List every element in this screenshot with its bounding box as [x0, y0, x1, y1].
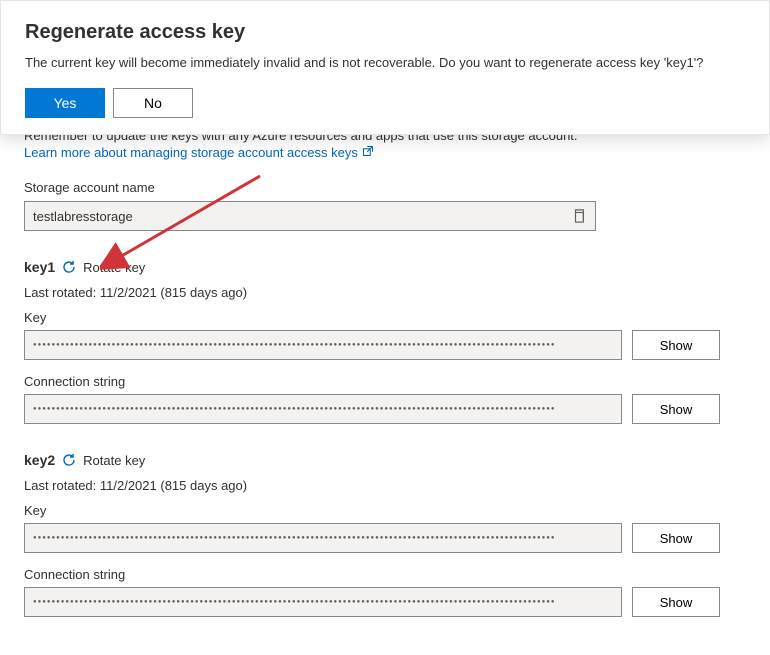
regenerate-key-dialog: Regenerate access key The current key wi… — [0, 0, 770, 135]
dialog-title: Regenerate access key — [25, 21, 745, 44]
key1-conn-row: ●●●●●●●●●●●●●●●●●●●●●●●●●●●●●●●●●●●●●●●●… — [24, 394, 746, 424]
rotate-icon[interactable] — [61, 452, 77, 468]
key2-key-label: Key — [24, 503, 746, 518]
key2-conn-row: ●●●●●●●●●●●●●●●●●●●●●●●●●●●●●●●●●●●●●●●●… — [24, 587, 746, 617]
key2-section: key2 Rotate key Last rotated: 11/2/2021 … — [24, 452, 746, 617]
rotate-key-link[interactable]: Rotate key — [83, 453, 145, 468]
key1-name: key1 — [24, 259, 55, 275]
learn-more-link[interactable]: Learn more about managing storage accoun… — [24, 145, 374, 160]
learn-more-text: Learn more about managing storage accoun… — [24, 145, 358, 160]
key2-key-row: ●●●●●●●●●●●●●●●●●●●●●●●●●●●●●●●●●●●●●●●●… — [24, 523, 746, 553]
external-link-icon — [362, 145, 374, 160]
dialog-message: The current key will become immediately … — [25, 54, 745, 72]
storage-name-value: testlabresstorage — [33, 209, 571, 224]
key2-last-rotated: Last rotated: 11/2/2021 (815 days ago) — [24, 478, 746, 493]
key2-header: key2 Rotate key — [24, 452, 746, 468]
key1-key-label: Key — [24, 310, 746, 325]
key1-header: key1 Rotate key — [24, 259, 746, 275]
no-button[interactable]: No — [113, 88, 193, 118]
rotate-icon[interactable] — [61, 259, 77, 275]
rotate-key-link[interactable]: Rotate key — [83, 260, 145, 275]
show-button[interactable]: Show — [632, 587, 720, 617]
masked-value: ●●●●●●●●●●●●●●●●●●●●●●●●●●●●●●●●●●●●●●●●… — [33, 535, 556, 541]
key1-conn-label: Connection string — [24, 374, 746, 389]
key2-conn-label: Connection string — [24, 567, 746, 582]
key1-key-field: ●●●●●●●●●●●●●●●●●●●●●●●●●●●●●●●●●●●●●●●●… — [24, 330, 622, 360]
key2-key-field: ●●●●●●●●●●●●●●●●●●●●●●●●●●●●●●●●●●●●●●●●… — [24, 523, 622, 553]
show-button[interactable]: Show — [632, 523, 720, 553]
show-button[interactable]: Show — [632, 394, 720, 424]
key2-conn-field: ●●●●●●●●●●●●●●●●●●●●●●●●●●●●●●●●●●●●●●●●… — [24, 587, 622, 617]
masked-value: ●●●●●●●●●●●●●●●●●●●●●●●●●●●●●●●●●●●●●●●●… — [33, 599, 556, 605]
dialog-buttons: Yes No — [25, 88, 745, 118]
key1-conn-field: ●●●●●●●●●●●●●●●●●●●●●●●●●●●●●●●●●●●●●●●●… — [24, 394, 622, 424]
key1-key-row: ●●●●●●●●●●●●●●●●●●●●●●●●●●●●●●●●●●●●●●●●… — [24, 330, 746, 360]
storage-name-label: Storage account name — [24, 180, 746, 195]
storage-name-field: testlabresstorage — [24, 201, 596, 231]
yes-button[interactable]: Yes — [25, 88, 105, 118]
key2-name: key2 — [24, 452, 55, 468]
copy-icon[interactable] — [571, 208, 587, 224]
key1-last-rotated: Last rotated: 11/2/2021 (815 days ago) — [24, 285, 746, 300]
key1-section: key1 Rotate key Last rotated: 11/2/2021 … — [24, 259, 746, 424]
masked-value: ●●●●●●●●●●●●●●●●●●●●●●●●●●●●●●●●●●●●●●●●… — [33, 342, 556, 348]
masked-value: ●●●●●●●●●●●●●●●●●●●●●●●●●●●●●●●●●●●●●●●●… — [33, 406, 556, 412]
show-button[interactable]: Show — [632, 330, 720, 360]
